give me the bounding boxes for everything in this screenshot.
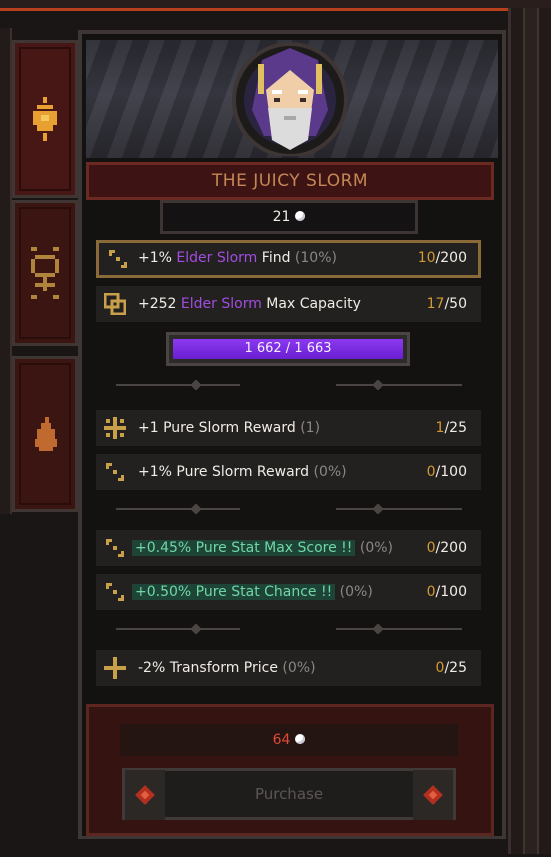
upgrade-row-pure-slorm-reward-flat[interactable]: +1 Pure Slorm Reward (1) 1/25 <box>96 410 481 446</box>
upgrade-count: 0/100 <box>426 464 467 480</box>
upgrade-label-suffix: Find <box>257 250 291 266</box>
upgrade-note: (10%) <box>294 250 337 266</box>
scaling-arrows-icon <box>106 583 124 601</box>
flame-crest-icon <box>33 97 57 141</box>
button-right-cap <box>413 770 453 820</box>
upgrade-row-pure-stat-max-score[interactable]: +0.45% Pure Stat Max Score !! (0%) 0/200 <box>96 530 481 566</box>
upgrade-count: 1/25 <box>435 420 467 436</box>
feminine-rune-icon <box>31 247 59 299</box>
button-left-cap <box>125 770 165 820</box>
cross-arrows-icon <box>104 417 126 439</box>
upgrade-count: 0/200 <box>426 540 467 556</box>
upgrade-note: (0%) <box>282 660 316 676</box>
top-cost-value: 21 <box>272 209 291 225</box>
upgrade-row-pure-stat-chance[interactable]: +0.50% Pure Stat Chance !! (0%) 0/100 <box>96 574 481 610</box>
slorm-gem-icon <box>295 211 306 221</box>
upgrade-note: (0%) <box>339 584 373 600</box>
scaling-arrows-icon <box>109 250 127 268</box>
overlapping-squares-icon <box>104 293 126 315</box>
upgrade-highlight: Elder Slorm <box>180 296 262 312</box>
upgrade-label: +1 Pure Slorm Reward <box>138 420 301 436</box>
upgrade-highlight: Elder Slorm <box>176 250 258 266</box>
slorm-capacity-bar: 1 662 / 1 663 <box>166 332 410 366</box>
right-frame-bar <box>508 8 551 854</box>
slorm-gem-icon <box>295 734 306 744</box>
tab-slorm-upgrades[interactable] <box>12 40 78 198</box>
purchase-button-label: Purchase <box>254 785 324 803</box>
upgrade-row-transform-price[interactable]: -2% Transform Price (0%) 0/25 <box>96 650 481 686</box>
upgrade-label: +1% <box>138 250 177 266</box>
upgrade-highlight: +0.50% Pure Stat Chance !! <box>132 584 336 600</box>
scaling-arrows-icon <box>106 463 124 481</box>
slorm-capacity-label: 1 662 / 1 663 <box>244 341 332 356</box>
tab-fire[interactable] <box>12 356 78 512</box>
upgrade-highlight: +0.45% Pure Stat Max Score !! <box>132 540 356 556</box>
top-frame-bar <box>0 0 551 11</box>
upgrade-note: (0%) <box>359 540 394 556</box>
upgrade-note: (0%) <box>313 464 347 480</box>
upgrade-count: 10/200 <box>417 250 467 266</box>
divider <box>116 504 462 514</box>
tab-rune[interactable] <box>12 200 78 346</box>
upgrade-row-elder-slorm-capacity[interactable]: +252 Elder Slorm Max Capacity 17/50 <box>96 286 481 322</box>
divider <box>116 380 462 390</box>
left-frame-strip <box>0 28 12 514</box>
top-cost: 21 <box>160 200 418 234</box>
upgrade-label-suffix: Max Capacity <box>261 296 361 312</box>
upgrade-note: (1) <box>300 420 321 436</box>
fire-icon <box>35 417 57 451</box>
purchase-button[interactable]: Purchase <box>122 768 456 820</box>
upgrade-row-elder-slorm-find[interactable]: +1% Elder Slorm Find (10%) 10/200 <box>96 240 481 278</box>
upgrade-count: 0/25 <box>435 660 467 676</box>
upgrade-row-pure-slorm-reward-percent[interactable]: +1% Pure Slorm Reward (0%) 0/100 <box>96 454 481 490</box>
character-name: THE JUICY SLORM <box>86 162 494 200</box>
upgrade-label: +1% Pure Slorm Reward <box>138 464 314 480</box>
upgrade-label: +252 <box>138 296 181 312</box>
divider <box>116 624 462 634</box>
purchase-price: 64 <box>120 724 458 756</box>
upgrade-count: 0/100 <box>426 584 467 600</box>
plus-cross-icon <box>104 657 126 679</box>
scaling-arrows-icon <box>106 539 124 557</box>
wizard-portrait <box>232 42 348 156</box>
purchase-price-value: 64 <box>272 732 291 748</box>
upgrade-label: -2% Transform Price <box>138 660 283 676</box>
upgrade-count: 17/50 <box>426 296 467 312</box>
